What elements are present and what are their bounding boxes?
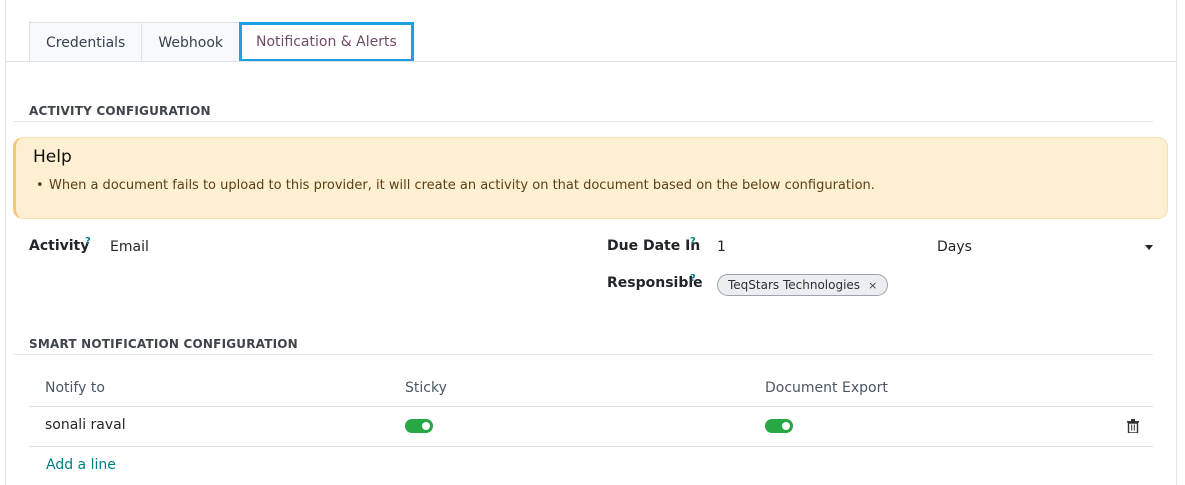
add-line-link[interactable]: Add a line bbox=[46, 457, 116, 473]
table-header-divider bbox=[29, 406, 1153, 407]
due-date-unit-select[interactable]: Days bbox=[937, 239, 972, 255]
trash-icon[interactable] bbox=[1127, 419, 1139, 433]
activity-field[interactable]: Email bbox=[110, 239, 149, 255]
responsible-tag: TeqStars Technologies × bbox=[717, 274, 889, 296]
activity-section-divider bbox=[13, 121, 1153, 122]
column-header-notify-to[interactable]: Notify to bbox=[45, 380, 105, 396]
help-tooltip-icon[interactable]: ? bbox=[690, 236, 696, 247]
notebook-tabs: Credentials Webhook Notification & Alert… bbox=[29, 22, 414, 62]
notify-to-cell[interactable]: sonali raval bbox=[45, 417, 126, 433]
document-export-toggle[interactable] bbox=[765, 419, 793, 433]
tab-notification-alerts[interactable]: Notification & Alerts bbox=[239, 22, 414, 62]
close-icon[interactable]: × bbox=[868, 279, 877, 292]
activity-label: Activity bbox=[29, 238, 90, 254]
activity-section-title: ACTIVITY CONFIGURATION bbox=[29, 104, 211, 118]
tab-credentials[interactable]: Credentials bbox=[29, 22, 143, 62]
help-title: Help bbox=[33, 147, 72, 167]
smart-section-divider bbox=[13, 354, 1153, 355]
help-item: When a document fails to upload to this … bbox=[49, 178, 875, 193]
bullet-icon: • bbox=[36, 178, 44, 193]
column-header-sticky[interactable]: Sticky bbox=[405, 380, 447, 396]
help-box: Help • When a document fails to upload t… bbox=[13, 137, 1168, 219]
chevron-down-icon[interactable] bbox=[1145, 245, 1153, 250]
due-date-label: Due Date In bbox=[607, 238, 701, 254]
help-tooltip-icon[interactable]: ? bbox=[690, 273, 696, 284]
due-date-input[interactable]: 1 bbox=[717, 239, 726, 255]
smart-section-title: SMART NOTIFICATION CONFIGURATION bbox=[29, 337, 298, 351]
form-sheet bbox=[5, 0, 1177, 485]
tabs-divider bbox=[5, 61, 1177, 62]
column-header-document-export[interactable]: Document Export bbox=[765, 380, 888, 396]
tab-webhook[interactable]: Webhook bbox=[141, 22, 240, 62]
help-tooltip-icon[interactable]: ? bbox=[85, 236, 91, 247]
responsible-label: Responsible bbox=[607, 275, 703, 291]
table-row-divider bbox=[29, 446, 1153, 447]
sticky-toggle[interactable] bbox=[405, 419, 433, 433]
responsible-tag-label: TeqStars Technologies bbox=[728, 278, 861, 292]
